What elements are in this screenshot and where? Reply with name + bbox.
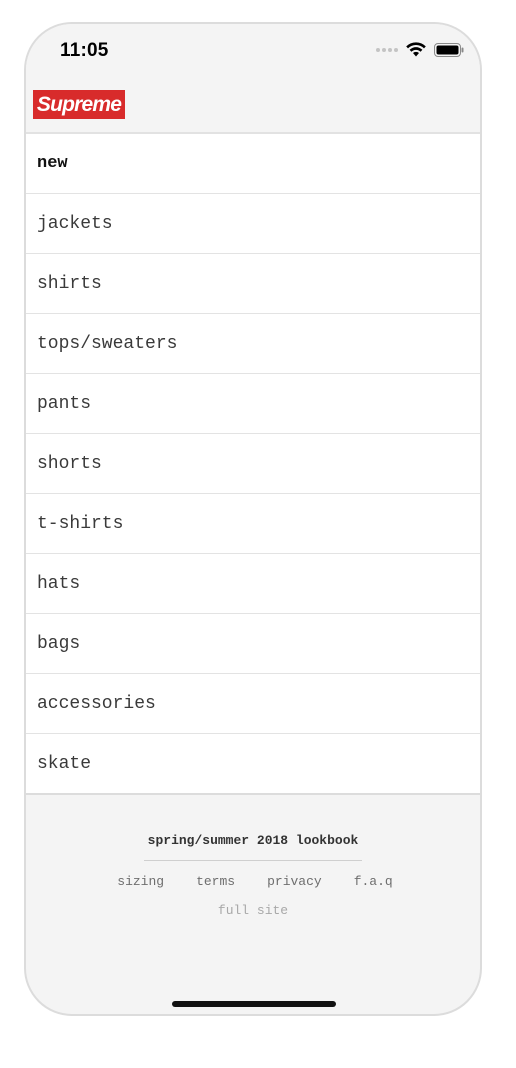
menu-item-skate[interactable]: skate <box>26 734 480 795</box>
category-menu: new jackets shirts tops/sweaters pants shorts… <box>26 134 480 795</box>
menu-item-accessories[interactable]: accessories <box>26 674 480 734</box>
app-header: Supreme <box>26 80 480 134</box>
status-bar: 11:05 <box>26 24 480 80</box>
menu-item-jackets[interactable]: jackets <box>26 194 480 254</box>
wifi-icon <box>406 42 426 57</box>
menu-item-new[interactable]: new <box>26 134 480 194</box>
sizing-link[interactable]: sizing <box>117 874 164 889</box>
privacy-link[interactable]: privacy <box>267 874 322 889</box>
status-icons <box>376 42 464 57</box>
footer-links: sizing terms privacy f.a.q <box>26 874 480 889</box>
menu-item-t-shirts[interactable]: t-shirts <box>26 494 480 554</box>
phone-frame: 11:05 Supreme new jackets shirts tops/sweat… <box>24 22 482 1016</box>
status-time: 11:05 <box>60 40 109 61</box>
home-indicator[interactable] <box>172 1001 336 1007</box>
lookbook-link[interactable]: spring/summer 2018 lookbook <box>26 833 480 848</box>
menu-item-bags[interactable]: bags <box>26 614 480 674</box>
menu-item-shirts[interactable]: shirts <box>26 254 480 314</box>
menu-item-shorts[interactable]: shorts <box>26 434 480 494</box>
menu-item-hats[interactable]: hats <box>26 554 480 614</box>
battery-icon <box>434 42 464 57</box>
terms-link[interactable]: terms <box>196 874 235 889</box>
supreme-logo[interactable]: Supreme <box>33 90 125 119</box>
menu-item-pants[interactable]: pants <box>26 374 480 434</box>
footer-divider <box>144 860 362 861</box>
signal-dots-icon <box>376 47 398 52</box>
full-site-link[interactable]: full site <box>26 903 480 918</box>
faq-link[interactable]: f.a.q <box>354 874 393 889</box>
footer: spring/summer 2018 lookbook sizing terms… <box>26 796 480 918</box>
menu-item-tops-sweaters[interactable]: tops/sweaters <box>26 314 480 374</box>
